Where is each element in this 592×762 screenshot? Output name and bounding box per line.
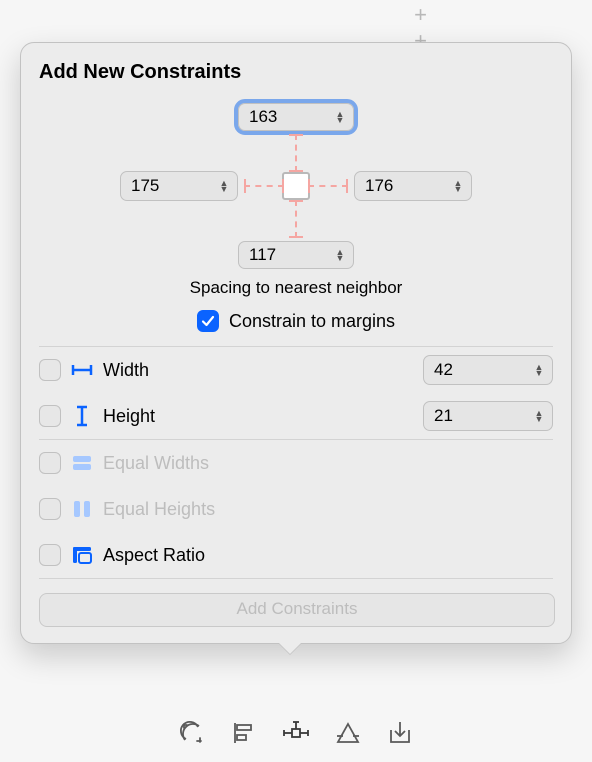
strut-top-icon[interactable] <box>295 134 297 172</box>
equal-widths-row: Equal Widths <box>39 440 553 486</box>
center-view-icon <box>282 172 310 200</box>
spacing-right-input[interactable]: 176 ▲▼ <box>354 171 472 201</box>
update-frames-button[interactable] <box>177 718 207 748</box>
embed-in-button[interactable] <box>385 718 415 748</box>
strut-right-icon[interactable] <box>308 185 348 187</box>
height-checkbox[interactable] <box>39 405 61 427</box>
spacing-top-value: 163 <box>249 107 277 127</box>
width-label: Width <box>103 360 149 381</box>
spacing-grid: 163 ▲▼ 175 ▲▼ <box>39 100 553 272</box>
equal-widths-icon <box>71 452 93 474</box>
popover-arrow-icon <box>278 643 302 655</box>
width-row: Width 42 ▲▼ <box>39 347 553 393</box>
aspect-ratio-label: Aspect Ratio <box>103 545 205 566</box>
height-row: Height 21 ▲▼ <box>39 393 553 439</box>
equal-heights-label: Equal Heights <box>103 499 215 520</box>
equal-heights-checkbox[interactable] <box>39 498 61 520</box>
equal-widths-checkbox[interactable] <box>39 452 61 474</box>
separator <box>39 578 553 579</box>
equal-widths-label: Equal Widths <box>103 453 209 474</box>
spacing-bottom-input[interactable]: 117 ▲▼ <box>238 241 354 269</box>
add-constraints-popover: Add New Constraints 163 ▲▼ 175 ▲▼ <box>20 42 572 644</box>
aspect-ratio-icon <box>71 544 93 566</box>
width-input[interactable]: 42 ▲▼ <box>423 355 553 385</box>
spacing-bottom-value: 117 <box>249 245 276 265</box>
equal-heights-icon <box>71 498 93 520</box>
aspect-ratio-row: Aspect Ratio <box>39 532 553 578</box>
background-plus-icon: + <box>414 4 427 26</box>
stepper-arrows-icon: ▲▼ <box>217 180 231 192</box>
height-input[interactable]: 21 ▲▼ <box>423 401 553 431</box>
align-button[interactable] <box>229 718 259 748</box>
spacing-right-value: 176 <box>365 176 393 196</box>
stepper-arrows-icon: ▲▼ <box>333 111 347 123</box>
strut-bottom-icon[interactable] <box>295 200 297 238</box>
aspect-ratio-checkbox[interactable] <box>39 544 61 566</box>
height-icon <box>71 405 93 427</box>
canvas-toolbar <box>0 718 592 748</box>
stepper-arrows-icon: ▲▼ <box>532 364 546 376</box>
popover-title: Add New Constraints <box>39 61 553 84</box>
resolve-issues-button[interactable] <box>333 718 363 748</box>
add-constraints-toolbar-button[interactable] <box>281 718 311 748</box>
stepper-arrows-icon: ▲▼ <box>451 180 465 192</box>
equal-heights-row: Equal Heights <box>39 486 553 532</box>
spacing-left-input[interactable]: 175 ▲▼ <box>120 171 238 201</box>
height-label: Height <box>103 406 155 427</box>
stepper-arrows-icon: ▲▼ <box>333 249 347 261</box>
spacing-left-value: 175 <box>131 176 159 196</box>
height-value: 21 <box>434 406 453 426</box>
width-icon <box>71 359 93 381</box>
constrain-to-margins-checkbox[interactable] <box>197 310 219 332</box>
width-checkbox[interactable] <box>39 359 61 381</box>
stepper-arrows-icon: ▲▼ <box>532 410 546 422</box>
width-value: 42 <box>434 360 453 380</box>
add-constraints-button[interactable]: Add Constraints <box>39 593 555 627</box>
constrain-to-margins-label: Constrain to margins <box>229 311 395 332</box>
spacing-top-input[interactable]: 163 ▲▼ <box>238 103 354 131</box>
strut-left-icon[interactable] <box>244 185 284 187</box>
spacing-caption: Spacing to nearest neighbor <box>39 278 553 298</box>
